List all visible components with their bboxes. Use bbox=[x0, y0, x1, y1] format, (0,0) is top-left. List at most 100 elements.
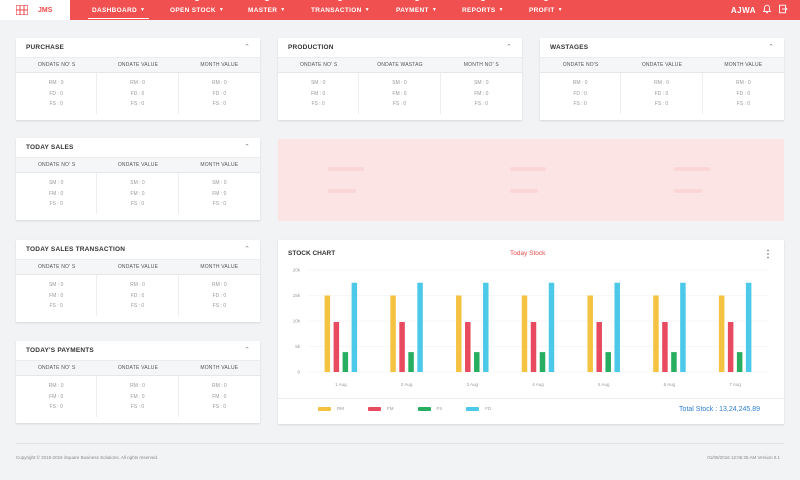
stat-value: FD : 0 bbox=[736, 90, 751, 97]
column-header: ONDATE VALUE bbox=[621, 58, 703, 73]
stat-value: RM : 0 bbox=[130, 80, 145, 86]
stat-value: FS : 0 bbox=[474, 101, 488, 107]
app-logo[interactable]: JMS bbox=[0, 0, 70, 20]
stats-cell: SM : 0 FM : 0 FS : 0 bbox=[16, 173, 98, 214]
chevron-up-icon[interactable]: ⌃ bbox=[244, 246, 250, 253]
chevron-up-icon[interactable]: ⌃ bbox=[768, 44, 774, 51]
bar-fs[interactable] bbox=[342, 352, 349, 372]
stat-value: FM : 0 bbox=[212, 393, 227, 400]
nav-transaction[interactable]: TRANSACTION ▼ bbox=[311, 0, 370, 20]
bar-fm[interactable] bbox=[399, 322, 405, 372]
bar-fd[interactable] bbox=[417, 282, 423, 372]
nav-reports[interactable]: REPORTS ▼ bbox=[462, 0, 504, 20]
bar-rm[interactable] bbox=[653, 295, 659, 373]
stat-value: RM : 0 bbox=[211, 383, 227, 389]
bar-fs[interactable] bbox=[736, 352, 743, 372]
x-tick-label: 2 Aug bbox=[401, 382, 413, 387]
bar-fm[interactable] bbox=[662, 322, 668, 372]
chevron-up-icon[interactable]: ⌃ bbox=[506, 44, 512, 51]
bar-fm[interactable] bbox=[596, 322, 602, 372]
bar-rm[interactable] bbox=[456, 295, 462, 373]
legend-swatch bbox=[318, 406, 331, 411]
chevron-down-icon: ▼ bbox=[498, 7, 504, 13]
bar-fd[interactable] bbox=[483, 282, 489, 372]
stats-table: ONDATE NO'S ONDATE VALUE MONTH VALUE RM … bbox=[540, 58, 784, 114]
transaction-icon bbox=[337, 0, 344, 1]
bar-fs[interactable] bbox=[539, 352, 546, 372]
legend-item[interactable]: FD bbox=[466, 406, 491, 411]
bell-icon[interactable] bbox=[762, 4, 772, 14]
nav-master[interactable]: MASTER ▼ bbox=[248, 0, 286, 20]
legend-item[interactable]: RM bbox=[318, 406, 344, 411]
bar-rm[interactable] bbox=[390, 295, 396, 373]
bar-fd[interactable] bbox=[680, 282, 686, 372]
user-name[interactable]: AJWA bbox=[731, 0, 756, 20]
chevron-down-icon: ▼ bbox=[218, 7, 225, 13]
nav-transaction-label: TRANSACTION bbox=[311, 6, 362, 14]
column-header: MONTH NO' S bbox=[440, 58, 522, 73]
stock-icon bbox=[194, 0, 201, 1]
bar-fs[interactable] bbox=[474, 352, 480, 372]
x-tick-label: 7 Aug bbox=[729, 382, 741, 387]
nav-open-stock[interactable]: OPEN STOCK ▼ bbox=[170, 0, 224, 20]
bar-fm[interactable] bbox=[727, 322, 734, 372]
stat-value: FS : 0 bbox=[212, 101, 226, 107]
y-tick-label: 20k bbox=[293, 268, 301, 273]
bar-fd[interactable] bbox=[614, 282, 620, 372]
legend-label: FM bbox=[387, 406, 394, 411]
stat-value: FS : 0 bbox=[49, 404, 63, 410]
bar-fs[interactable] bbox=[671, 352, 677, 372]
column-header: ONDATE NO' S bbox=[16, 158, 98, 173]
reports-icon bbox=[479, 0, 486, 1]
bar-fs[interactable] bbox=[605, 352, 611, 372]
legend-item[interactable]: FM bbox=[368, 406, 394, 411]
nav-profit[interactable]: PROFIT ▼ bbox=[529, 0, 563, 20]
bar-fs[interactable] bbox=[408, 352, 414, 372]
card-title: PRODUCTION bbox=[288, 44, 334, 51]
bar-rm[interactable] bbox=[587, 295, 593, 373]
bar-rm[interactable] bbox=[324, 295, 331, 373]
bar-fd[interactable] bbox=[351, 282, 358, 372]
faded-text bbox=[328, 189, 356, 193]
chevron-up-icon[interactable]: ⌃ bbox=[244, 347, 250, 354]
stats-table: ONDATE NO' S ONDATE VALUE MONTH VALUE SM… bbox=[16, 260, 260, 316]
nav-payment[interactable]: PAYMENT ▼ bbox=[396, 0, 437, 20]
bar-fm[interactable] bbox=[465, 322, 471, 372]
footer-divider bbox=[16, 443, 784, 444]
chart-title: STOCK CHART bbox=[288, 250, 336, 257]
stat-value: FM : 0 bbox=[311, 90, 326, 97]
stat-value: FS : 0 bbox=[212, 303, 226, 309]
logout-icon[interactable] bbox=[778, 4, 788, 14]
stats-cell: RM : 0 FD : 0 FS : 0 bbox=[621, 73, 703, 114]
stats-cell: SM : 0 FM : 0 FS : 0 bbox=[97, 173, 179, 214]
bar-rm[interactable] bbox=[521, 295, 528, 373]
top-navbar: JMS DASHBOARD ▼ OPEN STOCK ▼ MASTER ▼ TRANS… bbox=[0, 0, 800, 20]
chevron-up-icon[interactable]: ⌃ bbox=[244, 144, 250, 151]
bar-rm[interactable] bbox=[718, 295, 725, 373]
stats-cell: RM : 0 FD : 0 FS : 0 bbox=[97, 275, 179, 316]
nav-reports-label: REPORTS bbox=[462, 6, 496, 14]
y-tick-label: 10k bbox=[293, 319, 301, 324]
legend-item[interactable]: FS bbox=[417, 406, 442, 411]
nav-master-label: MASTER bbox=[248, 6, 278, 14]
footer-version: 01/08/2016 12:06:35 AM Version 0.1 bbox=[707, 455, 780, 460]
stat-value: FD : 0 bbox=[49, 90, 63, 97]
stat-value: RM : 0 bbox=[735, 80, 751, 86]
purchase-card: PURCHASE ⌃ ONDATE NO' S ONDATE VALUE MON… bbox=[16, 38, 260, 120]
bar-fm[interactable] bbox=[530, 322, 537, 372]
stat-value: SM : 0 bbox=[130, 180, 145, 186]
card-header: PURCHASE ⌃ bbox=[16, 38, 260, 58]
nav-dashboard[interactable]: DASHBOARD ▼ bbox=[87, 0, 150, 20]
x-tick-label: 5 Aug bbox=[598, 382, 610, 387]
column-header: MONTH VALUE bbox=[702, 58, 784, 73]
bar-fd[interactable] bbox=[745, 282, 752, 372]
chevron-up-icon[interactable]: ⌃ bbox=[244, 44, 250, 51]
card-title: TODAY'S PAYMENTS bbox=[26, 347, 94, 354]
more-vertical-icon[interactable] bbox=[766, 249, 770, 259]
card-title: WASTAGES bbox=[550, 44, 589, 51]
bar-fm[interactable] bbox=[333, 322, 340, 372]
bar-fd[interactable] bbox=[548, 282, 555, 372]
stat-value: FS : 0 bbox=[212, 201, 226, 207]
nav-dashboard-label: DASHBOARD bbox=[92, 6, 137, 14]
stat-value: FS : 0 bbox=[573, 101, 587, 107]
